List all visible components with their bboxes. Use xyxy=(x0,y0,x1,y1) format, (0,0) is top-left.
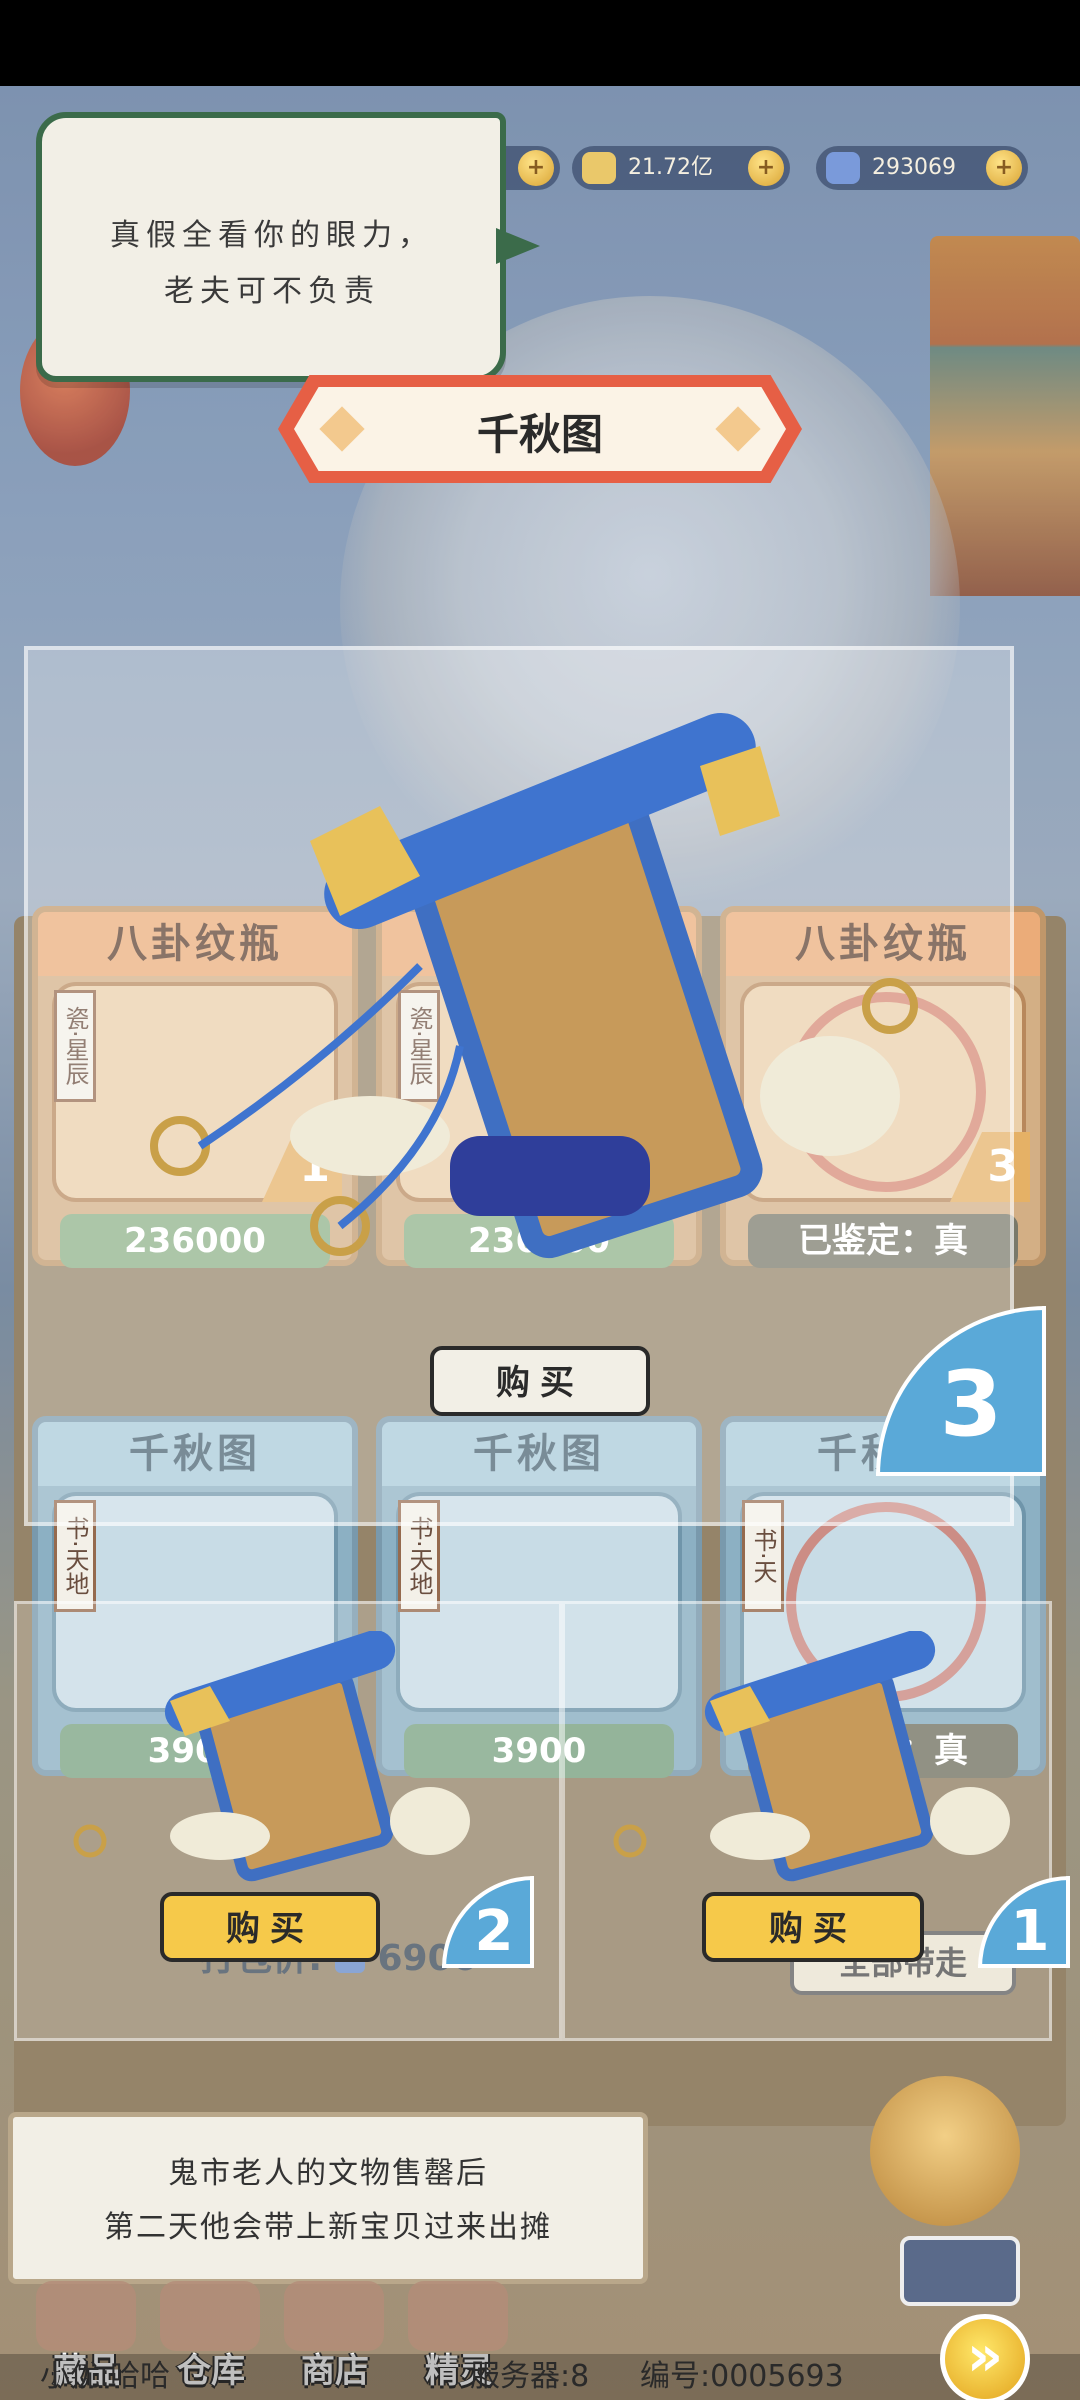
buy-button-left[interactable]: 购买 xyxy=(160,1892,380,1962)
scroll-artwork-small-left xyxy=(73,1631,470,1882)
scroll-artwork-large xyxy=(150,712,918,1259)
player-id: 编号:0005693 xyxy=(640,2359,844,2394)
speech-bubble: 真假全看你的眼力，老夫可不负责 xyxy=(36,112,540,382)
tip-panel: 鬼市老人的文物售罄后 第二天他会带上新宝贝过来出摊 xyxy=(8,2112,648,2284)
speech-text: 真假全看你的眼力，老夫可不负责 xyxy=(110,218,434,309)
server-label: 服务器:8 xyxy=(470,2359,590,2394)
dog-mascot-icon[interactable] xyxy=(870,2076,1020,2226)
back-button[interactable]: » xyxy=(940,2314,1030,2400)
player-name: 小优:哈哈 xyxy=(40,2359,171,2394)
scroll-artwork-small-right xyxy=(613,1631,1010,1882)
buy-button-right[interactable]: 购买 xyxy=(702,1892,924,1962)
item-title: 千秋图 xyxy=(476,410,603,459)
buy-button-main[interactable]: 购买 xyxy=(430,1346,650,1416)
tip-line-2: 第二天他会带上新宝贝过来出摊 xyxy=(104,2210,552,2245)
bus-icon[interactable] xyxy=(900,2236,1020,2306)
tip-line-1: 鬼市老人的文物售罄后 xyxy=(168,2156,488,2191)
item-title-banner: 千秋图 xyxy=(278,375,802,483)
status-bar: 小优:哈哈 服务器:8 编号:0005693 xyxy=(0,2354,1080,2400)
chevron-right-icon: » xyxy=(966,2324,1004,2389)
